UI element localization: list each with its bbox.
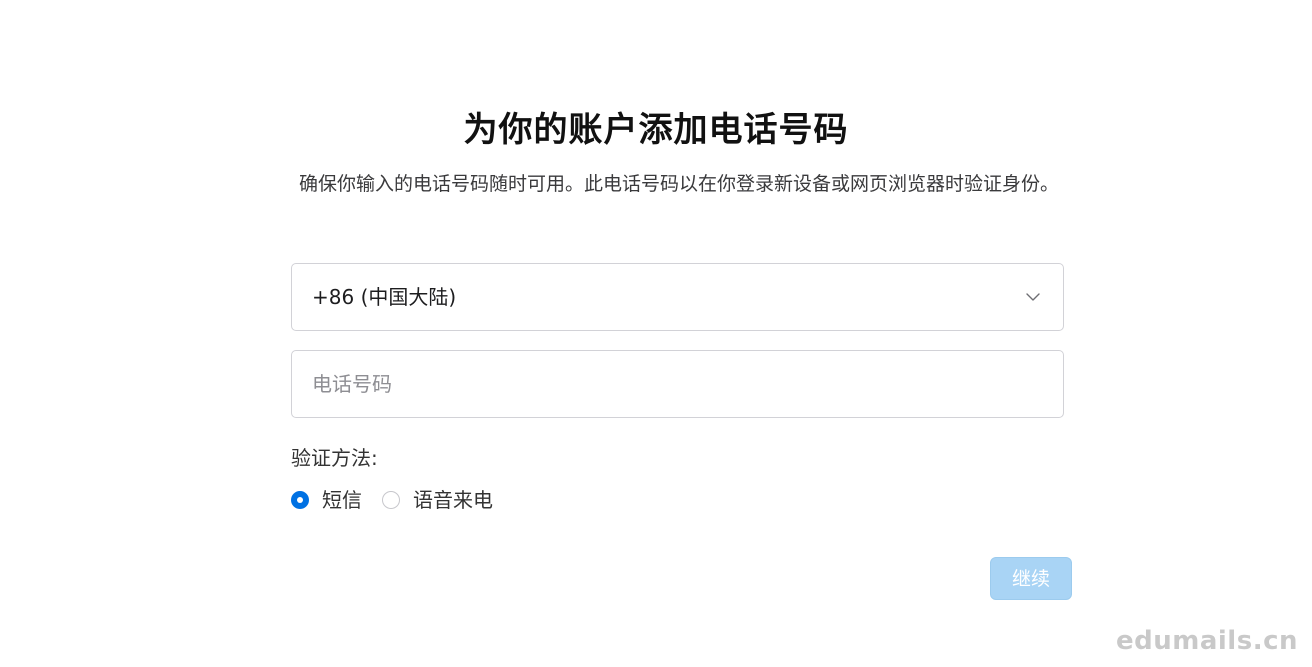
- page-subtitle: 确保你输入的电话号码随时可用。此电话号码以在你登录新设备或网页浏览器时验证身份。: [298, 173, 1059, 195]
- radio-unchecked-icon[interactable]: [382, 491, 400, 509]
- watermark: edumails.cn: [1116, 626, 1298, 656]
- verification-method-label: 验证方法:: [291, 446, 378, 470]
- radio-option-sms[interactable]: 短信: [291, 486, 362, 514]
- country-code-value: +86 (中国大陆): [312, 285, 457, 309]
- radio-label-sms: 短信: [322, 488, 362, 512]
- add-phone-page: 为你的账户添加电话号码 确保你输入的电话号码随时可用。此电话号码以在你登录新设备…: [0, 0, 1312, 667]
- continue-button[interactable]: 继续: [990, 557, 1072, 600]
- chevron-down-icon: [1025, 289, 1041, 305]
- radio-option-voice-call[interactable]: 语音来电: [382, 486, 493, 514]
- phone-number-input[interactable]: [292, 351, 1063, 417]
- radio-checked-icon[interactable]: [291, 491, 309, 509]
- radio-label-voice-call: 语音来电: [413, 488, 493, 512]
- phone-number-field: [291, 350, 1064, 418]
- country-code-select[interactable]: +86 (中国大陆): [291, 263, 1064, 331]
- verification-method-options: 短信 语音来电: [291, 485, 493, 515]
- page-title: 为你的账户添加电话号码: [463, 110, 849, 150]
